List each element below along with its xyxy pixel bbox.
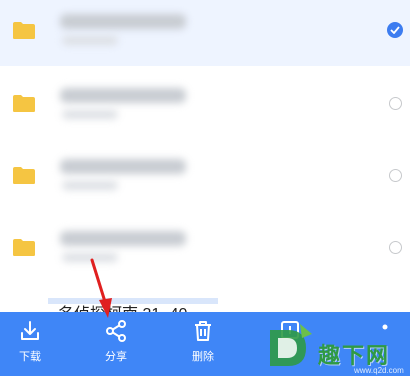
file-name-blurred	[60, 88, 186, 103]
checkbox-unchecked[interactable]	[389, 97, 402, 110]
delete-button[interactable]: 删除	[173, 312, 233, 376]
share-button[interactable]: 分享	[86, 312, 146, 376]
folder-icon	[12, 166, 36, 185]
download-button[interactable]: 下载	[0, 312, 60, 376]
folder-icon	[12, 21, 36, 40]
checkbox-unchecked[interactable]	[389, 169, 402, 182]
delete-label: 删除	[192, 351, 214, 363]
checkbox-checked[interactable]	[387, 22, 403, 38]
download-icon	[21, 321, 39, 340]
share-icon	[106, 320, 126, 342]
watermark-url: www.q2d.com	[354, 366, 404, 375]
folder-icon	[12, 238, 36, 257]
file-name-blurred	[60, 159, 186, 174]
file-meta-blurred	[62, 181, 118, 190]
watermark-logo: 趣下网 www.q2d.com	[258, 316, 410, 376]
file-name-blurred	[60, 231, 186, 246]
file-row-4[interactable]	[0, 212, 410, 282]
file-meta-blurred	[62, 253, 118, 262]
checkbox-unchecked[interactable]	[389, 241, 402, 254]
share-label: 分享	[105, 351, 127, 363]
download-label: 下载	[19, 351, 41, 363]
file-row-3[interactable]	[0, 140, 410, 210]
file-meta-blurred	[62, 110, 118, 119]
watermark-logo-icon	[270, 324, 312, 366]
folder-icon	[12, 94, 36, 113]
file-name-blurred	[60, 14, 186, 29]
file-meta-blurred	[62, 36, 118, 45]
file-row-2[interactable]	[0, 68, 410, 138]
file-row-1[interactable]	[0, 0, 410, 66]
trash-icon	[195, 321, 211, 341]
